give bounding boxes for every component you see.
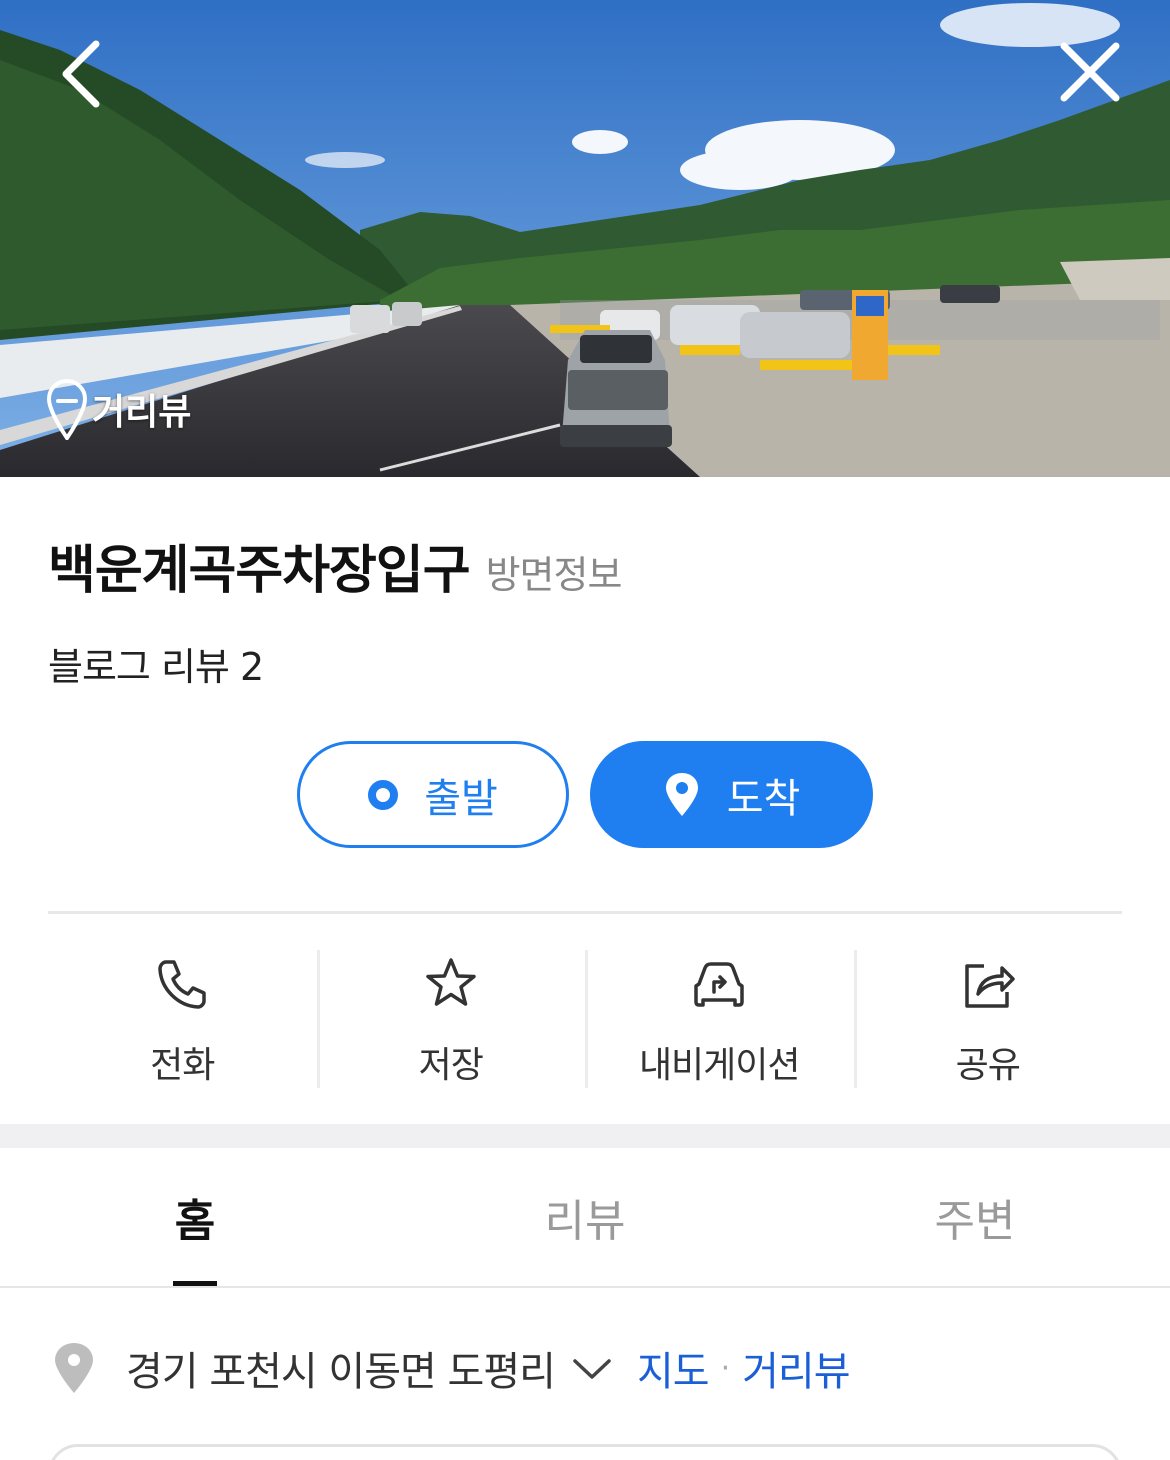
action-bar: 전화 저장 내비게이션 공유	[48, 950, 1122, 1090]
destination-pin-icon	[663, 772, 701, 818]
blog-review-count[interactable]: 블로그 리뷰 2	[48, 636, 264, 691]
tab-home[interactable]: 홈	[0, 1148, 390, 1286]
navigation-label: 내비게이션	[638, 1045, 801, 1086]
streetview-badge[interactable]: 거리뷰	[46, 378, 191, 440]
place-header: 백운계곡주차장입구 방면정보	[48, 528, 623, 603]
map-link[interactable]: 지도	[637, 1339, 710, 1397]
link-separator: ·	[720, 1350, 731, 1386]
location-pin-icon	[46, 378, 88, 440]
tab-nearby[interactable]: 주변	[780, 1148, 1170, 1286]
share-icon	[965, 964, 1015, 1008]
tab-reviews[interactable]: 리뷰	[390, 1148, 780, 1286]
place-title: 백운계곡주차장입구	[48, 541, 471, 601]
map-pin-icon	[52, 1341, 96, 1395]
streetview-photo[interactable]: 거리뷰	[0, 0, 1170, 477]
save-button[interactable]: 저장	[316, 950, 586, 1090]
depart-button[interactable]: 출발	[297, 741, 569, 848]
tab-bar: 홈 리뷰 주변	[0, 1148, 1170, 1288]
phone-icon	[158, 960, 206, 1009]
close-icon	[1060, 42, 1120, 102]
divider	[48, 911, 1122, 914]
tab-home-label: 홈	[174, 1196, 216, 1247]
close-button[interactable]	[1050, 36, 1130, 112]
star-icon	[426, 958, 476, 1006]
back-button[interactable]	[50, 36, 120, 112]
call-label: 전화	[150, 1045, 215, 1086]
share-button[interactable]: 공유	[853, 950, 1123, 1090]
streetview-link[interactable]: 거리뷰	[742, 1339, 850, 1397]
share-label: 공유	[955, 1045, 1021, 1086]
chevron-down-icon	[573, 1359, 611, 1379]
address-row: 경기 포천시 이동면 도평리 지도 · 거리뷰	[52, 1335, 851, 1401]
navigation-button[interactable]: 내비게이션	[585, 950, 854, 1090]
direction-info-link[interactable]: 방면정보	[486, 544, 623, 599]
save-label: 저장	[418, 1045, 484, 1086]
next-section-card	[48, 1444, 1122, 1460]
tab-nearby-label: 주변	[934, 1196, 1016, 1247]
arrive-label: 도착	[726, 775, 801, 822]
depart-label: 출발	[424, 775, 498, 822]
tab-reviews-label: 리뷰	[544, 1196, 626, 1247]
arrive-button[interactable]: 도착	[590, 741, 873, 848]
origin-dot-icon	[368, 779, 399, 810]
section-separator	[0, 1124, 1170, 1148]
address-text: 경기 포천시 이동면 도평리	[126, 1349, 556, 1395]
chevron-left-icon	[62, 40, 100, 108]
car-navigation-icon	[694, 962, 744, 1007]
streetview-label: 거리뷰	[92, 392, 192, 433]
active-tab-indicator	[173, 1281, 217, 1286]
expand-address-button[interactable]	[555, 1353, 613, 1383]
call-button[interactable]: 전화	[48, 950, 317, 1090]
